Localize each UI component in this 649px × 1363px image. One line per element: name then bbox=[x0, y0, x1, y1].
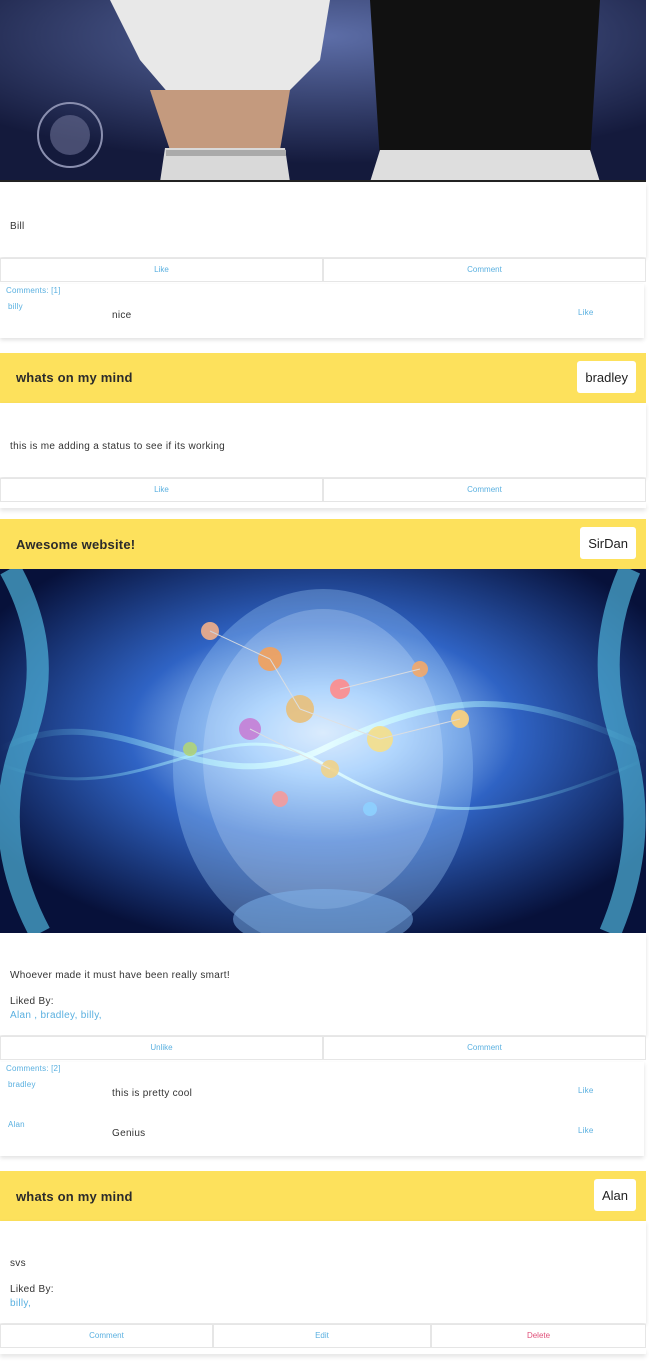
user-button[interactable]: Alan bbox=[593, 1179, 636, 1211]
like-button[interactable]: Like bbox=[0, 478, 323, 502]
edit-button[interactable]: Edit bbox=[213, 1324, 431, 1348]
post-body: Whoever made it must have been really sm… bbox=[0, 933, 646, 1035]
post-body: this is me adding a status to see if its… bbox=[0, 403, 646, 477]
comment-button[interactable]: Comment bbox=[323, 258, 646, 282]
status-text: svs bbox=[10, 1258, 26, 1269]
post-actions: Unlike Comment bbox=[0, 1036, 646, 1060]
post-actions: Like Comment bbox=[0, 258, 646, 282]
post-body: svs Liked By: billy, bbox=[0, 1221, 646, 1323]
comments-count[interactable]: Comments: [2] bbox=[6, 1064, 61, 1073]
comment-author[interactable]: bradley bbox=[8, 1080, 36, 1089]
comment-button[interactable]: Comment bbox=[323, 1036, 646, 1060]
post-title: whats on my mind bbox=[16, 370, 133, 385]
user-button[interactable]: bradley bbox=[577, 361, 636, 393]
liked-by-users[interactable]: Alan , bradley, billy, bbox=[10, 1010, 102, 1021]
delete-button[interactable]: Delete bbox=[431, 1324, 646, 1348]
like-button[interactable]: Like bbox=[0, 258, 323, 282]
comments-count[interactable]: Comments: [1] bbox=[6, 286, 61, 295]
status-text: Whoever made it must have been really sm… bbox=[10, 970, 230, 981]
post-header: whats on my mind bradley bbox=[0, 353, 646, 403]
comment-button[interactable]: Comment bbox=[323, 478, 646, 502]
post-image-concert bbox=[0, 0, 646, 182]
post-body: Bill bbox=[0, 183, 646, 257]
digital-brain-image bbox=[0, 569, 646, 933]
post-title: whats on my mind bbox=[16, 1189, 133, 1204]
post-actions: Like Comment bbox=[0, 478, 646, 502]
comment-like-button[interactable]: Like bbox=[578, 308, 593, 317]
liked-by-users[interactable]: billy, bbox=[10, 1298, 31, 1309]
liked-by-label: Liked By: bbox=[10, 1284, 54, 1295]
comment-like-button[interactable]: Like bbox=[578, 1126, 593, 1135]
post-header: Awesome website! SirDan bbox=[0, 519, 646, 569]
comment-text: this is pretty cool bbox=[112, 1088, 193, 1099]
post-title: Awesome website! bbox=[16, 537, 136, 552]
unlike-button[interactable]: Unlike bbox=[0, 1036, 323, 1060]
comments-section: Comments: [1] billy nice Like bbox=[0, 284, 644, 338]
comment-button[interactable]: Comment bbox=[0, 1324, 213, 1348]
comment-author[interactable]: billy bbox=[8, 302, 23, 311]
user-button[interactable]: SirDan bbox=[580, 527, 636, 559]
comment-text: Genius bbox=[112, 1128, 146, 1139]
status-text: this is me adding a status to see if its… bbox=[10, 441, 226, 452]
status-text: Bill bbox=[10, 221, 25, 232]
comment-author[interactable]: Alan bbox=[8, 1120, 25, 1129]
comment-text: nice bbox=[112, 310, 132, 321]
concert-photo-image bbox=[0, 0, 646, 182]
post-actions: Comment Edit Delete bbox=[0, 1324, 646, 1348]
post-image-brain bbox=[0, 569, 646, 933]
card-shadow bbox=[0, 1348, 646, 1354]
card-shadow bbox=[0, 502, 646, 508]
comment-like-button[interactable]: Like bbox=[578, 1086, 593, 1095]
liked-by-label: Liked By: bbox=[10, 996, 54, 1007]
post-header: whats on my mind Alan bbox=[0, 1171, 646, 1221]
comments-section: Comments: [2] bradley this is pretty coo… bbox=[0, 1062, 644, 1156]
